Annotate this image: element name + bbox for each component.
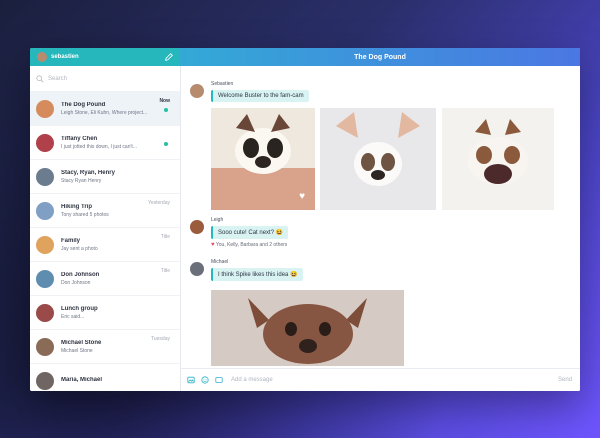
conversation-preview: Don Johnson: [61, 279, 91, 286]
messaging-window: sebastien The Dog Pound Search The Dog P…: [30, 48, 580, 391]
conversation-title: Stacy, Ryan, Henry: [61, 169, 115, 176]
unread-indicator: [164, 142, 168, 146]
conversation-title: Michael Stone: [61, 339, 102, 346]
conversation-preview: Tony shared 5 photos: [61, 211, 109, 218]
conversation-avatar: [36, 99, 54, 118]
conversation-item-tiffany-chen[interactable]: Tiffany Chen I just jotted this down, I …: [30, 125, 180, 159]
chat-pane: Sebastien Welcome Buster to the fam-cam …: [181, 66, 580, 391]
conversation-sidebar: Search The Dog Pound Leigh Stone, Eli Ku…: [30, 66, 181, 391]
conversation-title: Tiffany Chen: [61, 135, 98, 142]
current-user-name: sebastien: [51, 54, 79, 60]
message-avatar-michael: [190, 262, 204, 276]
conversation-preview: Michael Stone: [61, 347, 93, 354]
conversation-preview: Stacy Ryan Henry: [61, 177, 102, 184]
unread-indicator: [164, 108, 168, 112]
conversation-avatar: [36, 337, 54, 356]
chat-header: The Dog Pound: [180, 48, 580, 66]
conversation-time: Title: [160, 234, 170, 240]
image-icon[interactable]: [187, 376, 195, 384]
dog-photo-2[interactable]: [320, 108, 436, 210]
search-icon: [36, 74, 44, 82]
message-bubble[interactable]: Welcome Buster to the fam-cam: [211, 90, 309, 102]
message-sender-name: Michael: [211, 259, 229, 265]
conversation-item-the-dog-pound[interactable]: The Dog Pound Leigh Stone, Eli Kuhn, Whe…: [30, 91, 180, 125]
reaction-names: You, Kelly, Barbara and 2 others: [215, 242, 288, 248]
dog-photo-1[interactable]: ♥: [211, 108, 315, 210]
conversation-preview: Leigh Stone, Eli Kuhn, Where project...: [61, 109, 148, 116]
message-bubble[interactable]: I think Spike likes this idea 😆: [211, 268, 303, 281]
heart-icon: ♥: [299, 191, 305, 202]
conversation-item-hiking-trip[interactable]: Hiking Trip Tony shared 5 photos Yesterd…: [30, 193, 180, 227]
message-composer: Add a message Send: [181, 368, 580, 391]
message-sender-name: Sebastien: [211, 81, 234, 87]
message-avatar-leigh: [190, 220, 204, 234]
message-sender-name: Leigh: [211, 217, 224, 223]
conversation-item-don-johnson[interactable]: Don Johnson Don Johnson Title: [30, 261, 180, 295]
message-sender: Sebastien: [211, 81, 233, 87]
heart-icon: ♥: [211, 242, 215, 248]
reactions-line: ♥ You, Kelly, Barbara and 2 others: [211, 242, 287, 248]
conversation-item-maria-michael[interactable]: Maria, Michael: [30, 363, 180, 391]
conversation-avatar: [36, 269, 54, 288]
conversation-avatar: [36, 303, 54, 322]
compose-icon[interactable]: [164, 52, 174, 62]
conversation-title: Maria, Michael: [61, 376, 103, 383]
chat-title: The Dog Pound: [354, 53, 406, 61]
conversation-preview: I just jotted this down, I just can't...: [61, 143, 137, 150]
conversation-preview: Eric said...: [61, 313, 85, 320]
message-sender: Leigh: [211, 217, 223, 223]
conversation-item-family[interactable]: Family Jay sent a photo Title: [30, 227, 180, 261]
conversation-avatar: [36, 167, 54, 186]
search-bar[interactable]: Search: [30, 66, 180, 91]
conversation-title: The Dog Pound: [61, 101, 106, 108]
conversation-time: Now: [159, 98, 170, 104]
conversation-avatar: [36, 201, 54, 220]
gif-icon[interactable]: [215, 376, 223, 384]
conversation-title: Family: [61, 237, 81, 244]
conversation-item-stacy-ryan-henry[interactable]: Stacy, Ryan, Henry Stacy Ryan Henry: [30, 159, 180, 193]
conversation-time: Yesterday: [147, 200, 170, 206]
emoji-icon[interactable]: [201, 376, 209, 384]
window-header: sebastien The Dog Pound: [30, 48, 580, 66]
message-input[interactable]: Add a message: [231, 377, 273, 383]
conversation-avatar: [36, 235, 54, 254]
dog-photo-3[interactable]: [442, 108, 554, 210]
conversation-item-lunch-group[interactable]: Lunch group Eric said...: [30, 295, 180, 329]
conversation-avatar: [36, 133, 54, 152]
conversation-avatar: [36, 371, 54, 390]
current-user-avatar[interactable]: [37, 52, 47, 62]
dog-photo-image: [442, 108, 554, 210]
conversation-title: Don Johnson: [61, 271, 100, 278]
conversation-item-michael-stone[interactable]: Michael Stone Michael Stone Tuesday: [30, 329, 180, 363]
message-avatar-sebastien: [190, 84, 204, 98]
dog-photo-image: [211, 290, 404, 366]
conversation-preview: Jay sent a photo: [61, 245, 98, 252]
dog-photo-4[interactable]: [211, 290, 404, 366]
header-account-area: sebastien: [30, 48, 180, 66]
conversation-time: Title: [160, 268, 170, 274]
message-bubble[interactable]: Sooo cute! Cat next? 😆: [211, 226, 289, 239]
dog-photo-image: [320, 108, 436, 210]
message-sender: Michael: [211, 259, 228, 265]
send-button[interactable]: Send: [558, 377, 572, 383]
conversation-time: Tuesday: [151, 336, 170, 342]
search-placeholder: Search: [48, 75, 68, 82]
conversation-title: Lunch group: [61, 305, 98, 312]
